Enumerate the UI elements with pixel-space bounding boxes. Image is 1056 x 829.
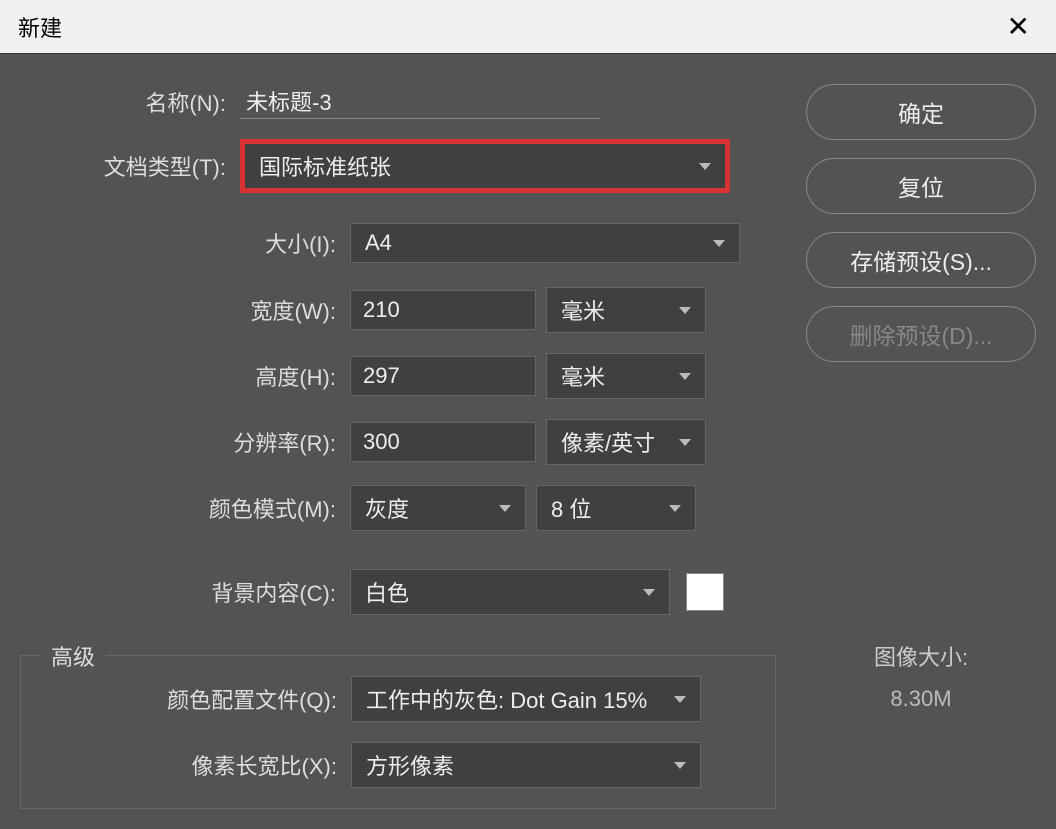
pixel-aspect-label: 像素长宽比(X): bbox=[21, 749, 351, 781]
width-unit-select[interactable]: 毫米 bbox=[546, 287, 706, 333]
image-size-label: 图像大小: bbox=[806, 640, 1036, 672]
new-document-dialog: 新建 ✕ 名称(N): 文档类型(T): 国际标准纸张 bbox=[0, 0, 1056, 780]
color-mode-value: 灰度 bbox=[365, 492, 409, 524]
height-input[interactable] bbox=[350, 356, 536, 396]
chevron-down-icon bbox=[679, 439, 691, 446]
name-input[interactable] bbox=[240, 84, 600, 119]
doc-type-label: 文档类型(T): bbox=[20, 150, 240, 182]
color-profile-value: 工作中的灰色: Dot Gain 15% bbox=[366, 683, 647, 715]
height-unit-select[interactable]: 毫米 bbox=[546, 353, 706, 399]
reset-button[interactable]: 复位 bbox=[806, 158, 1036, 214]
color-mode-select[interactable]: 灰度 bbox=[350, 485, 526, 531]
background-select[interactable]: 白色 bbox=[350, 569, 670, 615]
color-profile-select[interactable]: 工作中的灰色: Dot Gain 15% bbox=[351, 676, 701, 722]
resolution-unit-select[interactable]: 像素/英寸 bbox=[546, 419, 706, 465]
height-label: 高度(H): bbox=[130, 360, 350, 392]
chevron-down-icon bbox=[713, 240, 725, 247]
ok-button[interactable]: 确定 bbox=[806, 84, 1036, 140]
chevron-down-icon bbox=[699, 163, 711, 170]
pixel-aspect-select[interactable]: 方形像素 bbox=[351, 742, 701, 788]
background-value: 白色 bbox=[365, 576, 409, 608]
width-input[interactable] bbox=[350, 290, 536, 330]
width-label: 宽度(W): bbox=[130, 294, 350, 326]
titlebar: 新建 ✕ bbox=[0, 0, 1056, 54]
chevron-down-icon bbox=[643, 589, 655, 596]
doc-type-value: 国际标准纸张 bbox=[259, 150, 391, 182]
resolution-unit-value: 像素/英寸 bbox=[561, 426, 655, 458]
background-label: 背景内容(C): bbox=[110, 576, 350, 608]
name-label: 名称(N): bbox=[20, 86, 240, 118]
form-area: 名称(N): 文档类型(T): 国际标准纸张 大小(I): bbox=[20, 84, 796, 809]
color-profile-label: 颜色配置文件(Q): bbox=[21, 683, 351, 715]
size-label: 大小(I): bbox=[130, 227, 350, 259]
chevron-down-icon bbox=[669, 505, 681, 512]
image-size-area: 图像大小: 8.30M bbox=[806, 640, 1036, 712]
bit-depth-select[interactable]: 8 位 bbox=[536, 485, 696, 531]
size-value: A4 bbox=[365, 230, 392, 256]
chevron-down-icon bbox=[499, 505, 511, 512]
resolution-label: 分辨率(R): bbox=[130, 426, 350, 458]
color-mode-label: 颜色模式(M): bbox=[110, 492, 350, 524]
height-unit-value: 毫米 bbox=[561, 360, 605, 392]
pixel-aspect-value: 方形像素 bbox=[366, 749, 454, 781]
size-select[interactable]: A4 bbox=[350, 223, 740, 263]
advanced-title: 高级 bbox=[41, 640, 105, 672]
save-preset-button[interactable]: 存储预设(S)... bbox=[806, 232, 1036, 288]
doc-type-select[interactable]: 国际标准纸张 bbox=[240, 139, 730, 193]
chevron-down-icon bbox=[679, 373, 691, 380]
width-unit-value: 毫米 bbox=[561, 294, 605, 326]
titlebar-title: 新建 bbox=[18, 11, 62, 43]
button-area: 确定 复位 存储预设(S)... 删除预设(D)... 图像大小: 8.30M bbox=[796, 84, 1036, 809]
close-icon[interactable]: ✕ bbox=[999, 6, 1038, 47]
bit-depth-value: 8 位 bbox=[551, 492, 591, 524]
resolution-input[interactable] bbox=[350, 422, 536, 462]
chevron-down-icon bbox=[674, 762, 686, 769]
chevron-down-icon bbox=[674, 696, 686, 703]
advanced-section: 高级 颜色配置文件(Q): 工作中的灰色: Dot Gain 15% 像素长宽比… bbox=[20, 655, 776, 809]
background-color-swatch[interactable] bbox=[686, 573, 724, 611]
chevron-down-icon bbox=[679, 307, 691, 314]
delete-preset-button: 删除预设(D)... bbox=[806, 306, 1036, 362]
image-size-value: 8.30M bbox=[806, 686, 1036, 712]
